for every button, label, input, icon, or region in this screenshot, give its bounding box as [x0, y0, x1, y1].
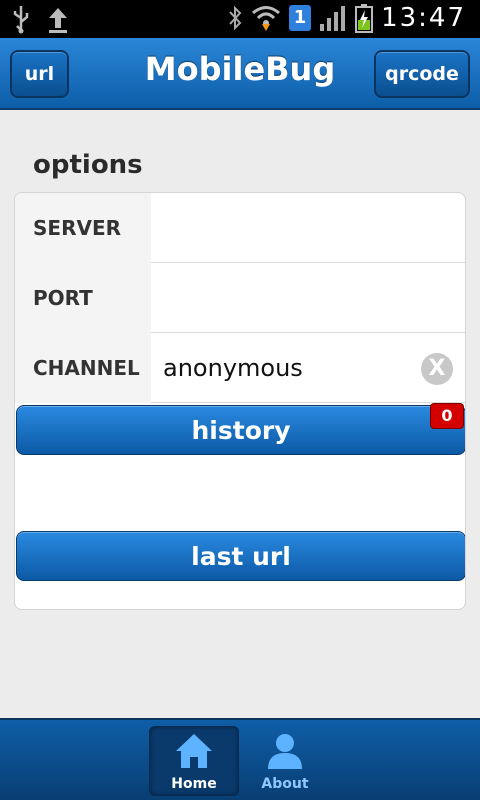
- options-form: SERVER PORT CHANNEL anonymous X history …: [14, 192, 466, 610]
- wifi-icon: [252, 6, 281, 31]
- qrcode-button[interactable]: qrcode: [374, 50, 470, 98]
- port-row: PORT: [15, 263, 465, 333]
- upload-icon: [49, 8, 67, 33]
- home-icon: [176, 734, 212, 768]
- history-button-label: history: [191, 415, 291, 445]
- server-input[interactable]: [151, 193, 465, 263]
- tab-about[interactable]: About: [240, 726, 330, 796]
- last-url-button[interactable]: last url: [16, 531, 465, 581]
- last-url-button-label: last url: [191, 541, 291, 571]
- port-input[interactable]: [151, 263, 465, 333]
- channel-input[interactable]: anonymous: [151, 333, 465, 403]
- tab-home[interactable]: Home: [149, 726, 239, 796]
- battery-charging-icon: [355, 4, 374, 33]
- status-bar-left: [10, 4, 70, 34]
- history-count-badge: 0: [430, 403, 464, 429]
- options-heading: options: [33, 150, 143, 180]
- port-label: PORT: [15, 263, 151, 333]
- server-row: SERVER: [15, 193, 465, 263]
- signal-icon: [320, 6, 346, 31]
- tab-bar: Home About: [0, 718, 480, 800]
- tab-about-label: About: [261, 776, 309, 792]
- channel-label: CHANNEL: [15, 333, 151, 403]
- status-bar: 1 13:47: [0, 0, 480, 38]
- notification-badge: 1: [289, 5, 312, 31]
- channel-row: CHANNEL anonymous X: [15, 333, 465, 403]
- user-icon: [268, 734, 302, 769]
- server-label: SERVER: [15, 193, 151, 263]
- tab-home-label: Home: [171, 776, 217, 792]
- status-bar-right: 1 13:47: [227, 3, 466, 33]
- usb-icon: [13, 6, 29, 34]
- clear-icon[interactable]: X: [421, 353, 453, 385]
- clock: 13:47: [381, 3, 466, 33]
- header-bar: url MobileBug qrcode: [0, 38, 480, 110]
- bluetooth-icon: [229, 5, 242, 31]
- history-button[interactable]: history 0: [16, 403, 465, 455]
